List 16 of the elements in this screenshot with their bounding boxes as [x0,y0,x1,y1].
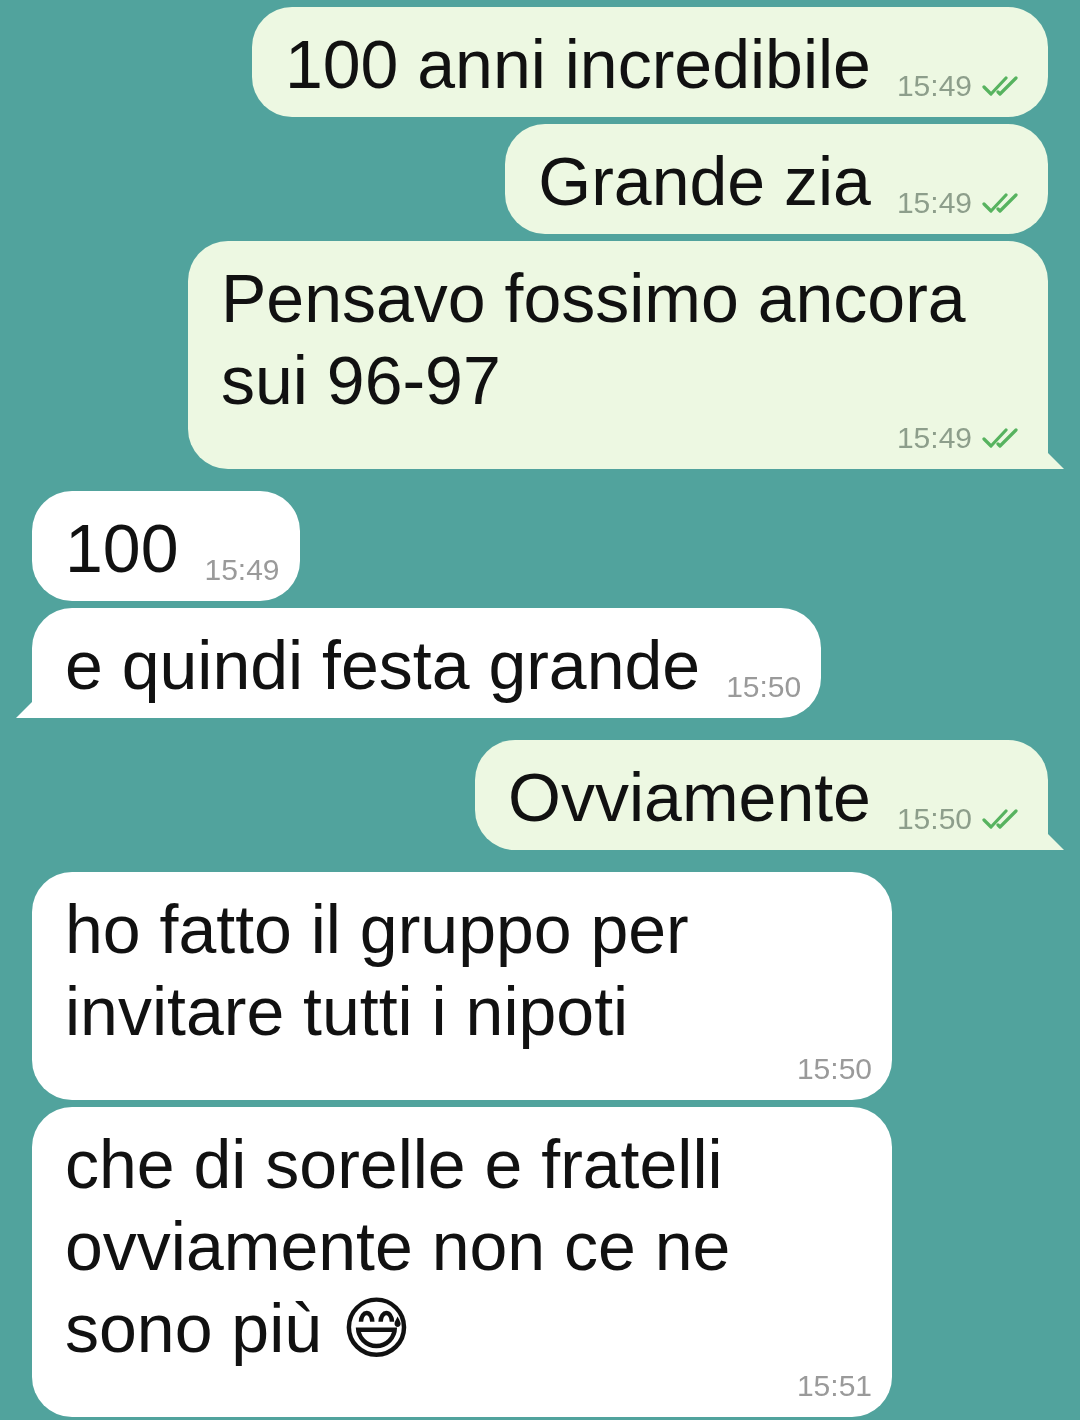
message-text: Grande zia [538,142,871,221]
message-time: 15:49 [204,553,280,587]
message-time: 15:49 [896,69,972,103]
message-text: che di sorelle e fratelli ovviamente non ce ne sono più 😅 [65,1125,732,1368]
message-text: e quindi festa grande [65,626,701,705]
message-time: 15:50 [796,1052,872,1086]
message-time: 15:51 [796,1369,872,1403]
message-text: ho fatto il gruppo per invitare tutti i nipoti [65,890,690,1051]
message-time: 15:49 [896,186,972,220]
message-text: Pensavo fossimo ancora sui 96-97 [221,259,967,420]
message-time: 15:49 [896,421,972,455]
message-text: Ovviamente [508,758,871,837]
message-text: 100 [65,509,179,588]
message-time: 15:50 [896,802,972,836]
message-time: 15:50 [726,670,802,704]
message-text: 100 anni incredibile [284,25,871,104]
